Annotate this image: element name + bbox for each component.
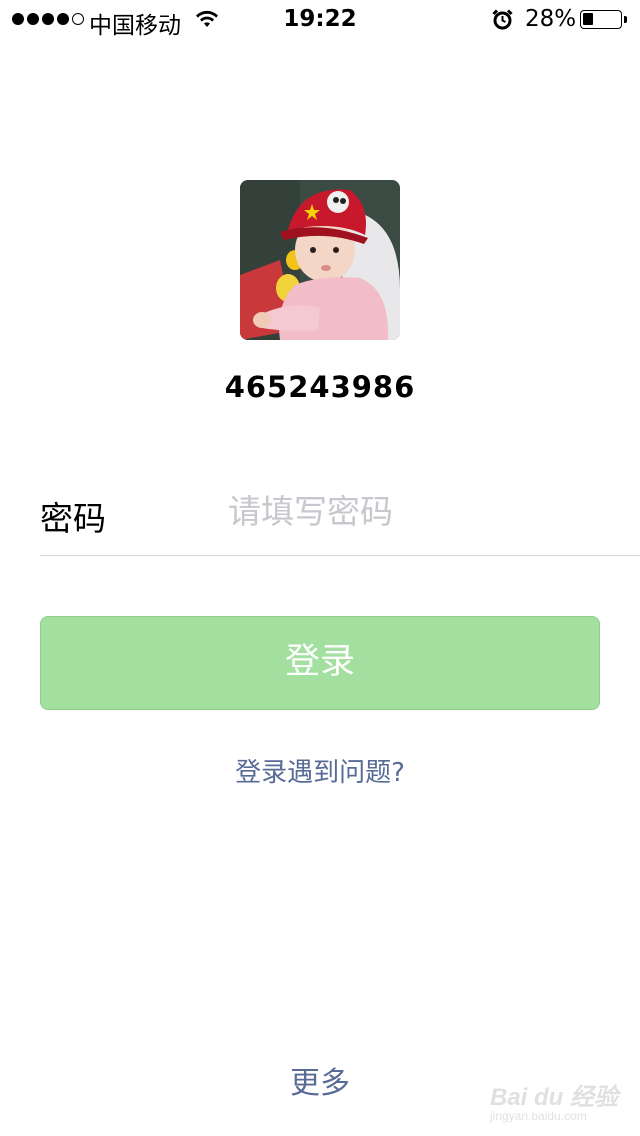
baidu-jingyan-watermark: Bai du 经验 jingyan.baidu.com (490, 1065, 630, 1125)
watermark-logo: Bai du 经验 (490, 1084, 619, 1111)
login-screen: 中国移动 19:22 28% 465243986 密码 登录 登录遇到问题? 更… (0, 0, 640, 1136)
status-bar: 中国移动 19:22 28% (0, 0, 640, 40)
avatar[interactable] (240, 180, 400, 340)
password-row: 密码 (40, 470, 640, 556)
battery-percentage: 28% (525, 6, 577, 32)
alarm-icon (492, 9, 513, 30)
password-label: 密码 (40, 499, 106, 538)
battery-tip (624, 16, 627, 23)
login-button[interactable]: 登录 (40, 616, 600, 710)
login-help-link[interactable]: 登录遇到问题? (0, 752, 640, 789)
avatar-image (240, 180, 400, 340)
account-id: 465243986 (224, 370, 416, 404)
battery-level-fill (583, 13, 593, 25)
password-input[interactable] (228, 488, 608, 534)
watermark-url: jingyan.baidu.com (490, 1109, 587, 1123)
battery-icon (580, 10, 622, 29)
